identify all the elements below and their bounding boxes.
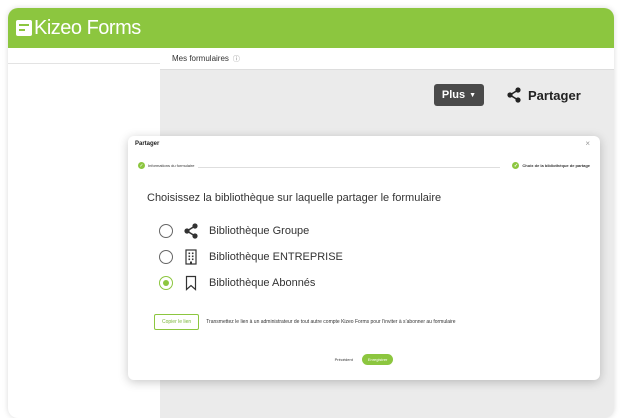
- step-library-choice[interactable]: ✓ Choix de la bibliothèque de partage: [508, 162, 590, 169]
- option-abonnes[interactable]: Bibliothèque Abonnés: [159, 274, 315, 292]
- top-bar: [160, 8, 614, 48]
- check-icon: ✓: [138, 162, 145, 169]
- option-label: Bibliothèque Groupe: [209, 225, 310, 237]
- info-icon[interactable]: ⓘ: [233, 54, 240, 64]
- radio-button[interactable]: [159, 224, 173, 238]
- step-form-info[interactable]: ✓ Informations du formulaire: [138, 162, 199, 169]
- close-icon[interactable]: ×: [585, 139, 590, 148]
- plus-button-label: Plus: [441, 89, 466, 101]
- question-text: Choisissez la bibliothèque sur laquelle …: [147, 192, 442, 204]
- plus-button[interactable]: Plus ▼: [434, 84, 484, 106]
- copy-link-row: Copier le lien Transmettez le lien à un …: [154, 314, 456, 330]
- dialog-title: Partager: [135, 141, 160, 147]
- copy-link-button[interactable]: Copier le lien: [154, 314, 200, 330]
- stepper-line: [198, 167, 500, 168]
- step-label: Choix de la bibliothèque de partage: [522, 163, 590, 168]
- option-entreprise[interactable]: Bibliothèque ENTREPRISE: [159, 248, 343, 266]
- step-label: Informations du formulaire: [148, 163, 195, 168]
- check-icon: ✓: [512, 162, 520, 169]
- caret-down-icon: ▼: [469, 91, 477, 99]
- option-groupe[interactable]: Bibliothèque Groupe: [159, 222, 309, 240]
- share-button[interactable]: Partager: [506, 84, 581, 106]
- radio-button[interactable]: [159, 250, 173, 264]
- share-button-label: Partager: [528, 87, 581, 103]
- breadcrumb: Mes formulaires ⓘ: [160, 48, 614, 70]
- share-icon: [183, 223, 199, 239]
- save-button[interactable]: Enregistrer: [361, 354, 394, 365]
- share-dialog: Partager × ✓ Informations du formulaire …: [128, 136, 600, 380]
- radio-button-selected[interactable]: [159, 276, 173, 290]
- logo[interactable]: Kizeo Forms: [8, 8, 160, 48]
- page-title[interactable]: Mes formulaires: [172, 54, 229, 63]
- dialog-footer: Précédent Enregistrer: [128, 354, 600, 365]
- stepper: ✓ Informations du formulaire ✓ Choix de …: [138, 162, 590, 172]
- building-icon: [183, 249, 199, 265]
- logo-text: Kizeo Forms: [34, 16, 141, 39]
- bookmark-icon: [183, 275, 199, 291]
- share-icon: [507, 87, 521, 103]
- sidebar-divider: [8, 63, 160, 64]
- app-window: Kizeo Forms Mes formulaires ⓘ Plus ▼ Par…: [8, 8, 614, 418]
- copy-link-help: Transmettez le lien à un administrateur …: [206, 319, 456, 325]
- form-icon: [16, 20, 32, 36]
- option-label: Bibliothèque Abonnés: [209, 277, 316, 289]
- option-label: Bibliothèque ENTREPRISE: [209, 251, 343, 263]
- previous-button[interactable]: Précédent: [335, 357, 353, 362]
